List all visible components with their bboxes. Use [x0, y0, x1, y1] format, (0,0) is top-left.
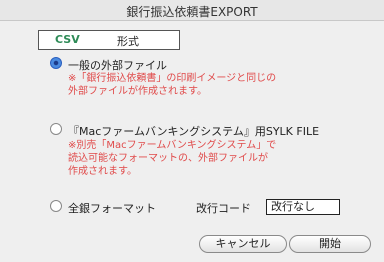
linefeed-code-label: 改行コード: [196, 202, 251, 215]
option-general-file-label: 一般の外部ファイル: [68, 59, 167, 72]
option-zengin-format-label: 全銀フォーマット: [68, 202, 156, 215]
format-indicator: CSV 形式: [38, 30, 180, 50]
cancel-button[interactable]: キャンセル: [199, 235, 287, 253]
csv-label: CSV: [55, 33, 80, 46]
export-dialog: 銀行振込依頼書EXPORT CSV 形式 一般の外部ファイル ※「銀行振込依頼書…: [0, 0, 384, 262]
option-sylk-file-note-3: 作成されます。: [68, 166, 137, 177]
radio-zengin-format[interactable]: [50, 200, 62, 212]
window-title: 銀行振込依頼書EXPORT: [126, 5, 258, 19]
radio-general-file[interactable]: [50, 57, 62, 69]
option-general-file-note-2: 外部ファイルが作成されます。: [68, 86, 207, 97]
start-button[interactable]: 開始: [289, 235, 371, 253]
radio-sylk-file[interactable]: [50, 123, 62, 135]
option-sylk-file-note-2: 読込可能なフォーマットの、外部ファイルが: [68, 153, 268, 164]
linefeed-code-field[interactable]: 改行なし: [266, 199, 340, 215]
option-sylk-file-note-1: ※別売「Macファームバンキングシステム」で: [68, 140, 277, 151]
option-general-file-note-1: ※「銀行振込依頼書」の印刷イメージと同じの: [68, 73, 277, 84]
format-label: 形式: [117, 35, 139, 48]
title-bar: 銀行振込依頼書EXPORT: [0, 0, 384, 21]
option-sylk-file-label: 『Macファームバンキングシステム』用SYLK FILE: [68, 125, 320, 138]
